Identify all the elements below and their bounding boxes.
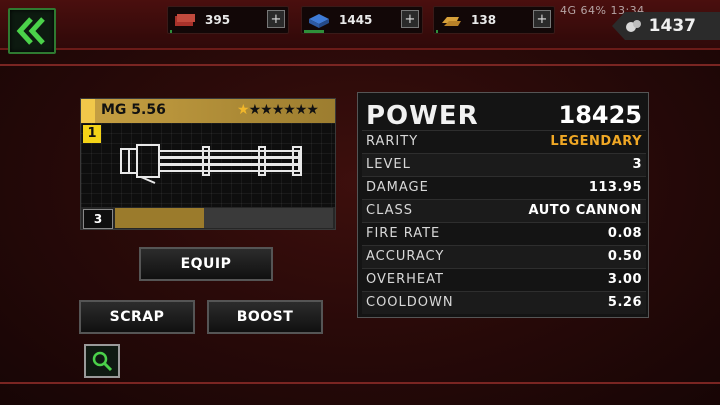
- add-cash-button[interactable]: +: [267, 10, 285, 28]
- equip-button[interactable]: EQUIP: [139, 247, 273, 281]
- stat-row-overheat: OVERHEAT 3.00: [362, 268, 646, 291]
- gem-icon: [625, 20, 641, 32]
- stat-label: RARITY: [366, 134, 419, 149]
- stat-row-fire-rate: FIRE RATE 0.08: [362, 222, 646, 245]
- weapon-image-area: 1: [81, 123, 335, 207]
- star-rating: ★★★★★★★: [237, 102, 319, 118]
- add-gold-button[interactable]: +: [533, 10, 551, 28]
- rarity-stripe: [81, 99, 95, 123]
- stat-value: LEGENDARY: [550, 134, 642, 149]
- stat-row-level: LEVEL 3: [362, 153, 646, 176]
- frame-bottom-line: [0, 382, 720, 384]
- power-value: 18425: [558, 101, 643, 129]
- resource-gold: 138 +: [433, 6, 555, 34]
- cash-value: 395: [205, 13, 231, 27]
- power-row: POWER 18425: [366, 99, 642, 133]
- stat-value: 0.08: [607, 226, 642, 241]
- gold-bars-icon: [442, 17, 461, 26]
- stat-row-rarity: RARITY LEGENDARY: [362, 130, 646, 153]
- stat-label: CLASS: [366, 203, 414, 218]
- crates-value: 1445: [339, 13, 373, 27]
- inspect-button[interactable]: [84, 344, 120, 378]
- back-button[interactable]: [8, 8, 56, 54]
- weapon-name: MG 5.56: [101, 102, 166, 118]
- stat-value: 113.95: [588, 180, 642, 195]
- stat-row-cooldown: COOLDOWN 5.26: [362, 291, 646, 314]
- star-icon: ★: [248, 102, 262, 118]
- magnifier-icon: [92, 351, 113, 372]
- stats-panel: POWER 18425 RARITY LEGENDARY LEVEL 3 DAM…: [357, 92, 649, 318]
- star-icon: ★: [260, 102, 273, 118]
- gold-value: 138: [471, 13, 497, 27]
- gems-value: 1437: [648, 16, 696, 36]
- resource-crates: 1445 +: [301, 6, 423, 34]
- xp-progress-fill: [115, 208, 205, 228]
- stat-label: LEVEL: [366, 157, 411, 172]
- stat-label: ACCURACY: [366, 249, 445, 264]
- weapon-card-header: MG 5.56 ★★★★★★★: [81, 99, 335, 123]
- stat-row-class: CLASS AUTO CANNON: [362, 199, 646, 222]
- gold-progress-bar: [436, 30, 438, 33]
- star-icon: ★: [294, 102, 308, 118]
- gems-counter[interactable]: 1437: [612, 12, 720, 40]
- stat-label: DAMAGE: [366, 180, 429, 195]
- crates-progress-bar: [304, 30, 324, 33]
- weapon-level: 3: [83, 209, 113, 229]
- stat-label: FIRE RATE: [366, 226, 441, 241]
- stat-row-accuracy: ACCURACY 0.50: [362, 245, 646, 268]
- stat-label: COOLDOWN: [366, 295, 454, 310]
- stat-value: AUTO CANNON: [528, 203, 642, 218]
- weapon-card[interactable]: MG 5.56 ★★★★★★★ 1 3: [80, 98, 336, 230]
- double-chevron-left-icon: [16, 17, 45, 45]
- stat-value: 3: [632, 157, 642, 172]
- minigun-icon: [120, 144, 302, 184]
- boost-button[interactable]: BOOST: [207, 300, 323, 334]
- cash-stack-icon: [175, 14, 195, 26]
- weapon-level-bar: 3: [81, 207, 335, 229]
- star-icon: ★: [283, 102, 296, 118]
- tier-badge: 1: [83, 125, 101, 143]
- stat-value: 3.00: [607, 272, 642, 287]
- scrap-button[interactable]: SCRAP: [79, 300, 195, 334]
- stat-label: OVERHEAT: [366, 272, 444, 287]
- power-label: POWER: [366, 101, 479, 131]
- supply-crate-icon: [309, 14, 329, 28]
- stat-row-damage: DAMAGE 113.95: [362, 176, 646, 199]
- stat-value: 0.50: [607, 249, 642, 264]
- star-icon: ★: [271, 102, 285, 118]
- star-icon: ★: [306, 102, 319, 118]
- stat-value: 5.26: [607, 295, 642, 310]
- frame-top-line: [0, 64, 720, 66]
- star-icon: ★: [237, 102, 250, 118]
- resource-cash: 395 +: [167, 6, 289, 34]
- add-crates-button[interactable]: +: [401, 10, 419, 28]
- xp-track: [115, 208, 333, 228]
- cash-progress-bar: [170, 30, 173, 33]
